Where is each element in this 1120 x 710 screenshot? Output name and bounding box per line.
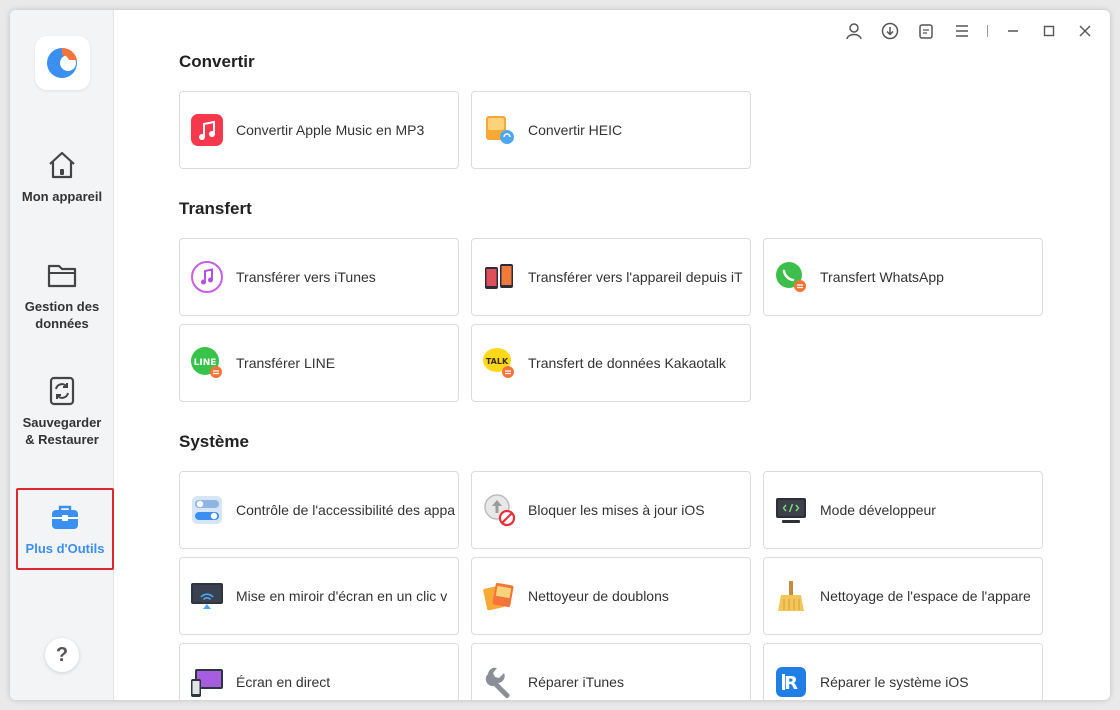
tool-card-repair-itunes[interactable]: Réparer iTunes bbox=[471, 643, 751, 700]
tool-card-label: Convertir Apple Music en MP3 bbox=[236, 122, 425, 138]
tool-card-developer-mode[interactable]: Mode développeur bbox=[763, 471, 1043, 549]
tool-card-label: Bloquer les mises à jour iOS bbox=[528, 502, 705, 518]
developer-icon bbox=[774, 493, 808, 527]
ios-repair-icon: R bbox=[774, 665, 808, 699]
svg-text:R: R bbox=[784, 673, 798, 694]
whatsapp-icon bbox=[774, 260, 808, 294]
sidebar-item-label: Mon appareil bbox=[21, 189, 103, 204]
sidebar-item-label: Plus d'Outils bbox=[25, 541, 105, 556]
sidebar: Mon appareil Gestion des données Sauvega… bbox=[10, 10, 114, 700]
backup-icon bbox=[49, 376, 75, 406]
section-title-systeme: Système bbox=[179, 432, 249, 451]
main-content: Convertir Convertir Apple Music en MP3 C… bbox=[115, 10, 1110, 700]
itunes-icon bbox=[190, 260, 224, 294]
tool-card-repair-ios[interactable]: R Réparer le système iOS bbox=[763, 643, 1043, 700]
tool-card-label: Transfert de données Kakaotalk bbox=[528, 355, 726, 371]
toggle-icon bbox=[190, 493, 224, 527]
tool-card-whatsapp[interactable]: Transfert WhatsApp bbox=[763, 238, 1043, 316]
section-title-transfert: Transfert bbox=[179, 199, 252, 218]
app-logo bbox=[35, 36, 90, 90]
tool-card-label: Réparer iTunes bbox=[528, 674, 624, 690]
toolbox-icon bbox=[52, 505, 78, 529]
sidebar-item-gestion-des-donnees[interactable]: Gestion des données bbox=[10, 258, 114, 332]
kakaotalk-icon: TALK bbox=[482, 346, 516, 380]
tool-card-label: Écran en direct bbox=[236, 674, 331, 690]
tool-card-line[interactable]: LINE Transférer LINE bbox=[179, 324, 459, 402]
apple-music-icon bbox=[190, 113, 224, 147]
tool-card-screen-mirror[interactable]: Mise en miroir d'écran en un clic v bbox=[179, 557, 459, 635]
sidebar-item-plus-doutils[interactable]: Plus d'Outils bbox=[16, 488, 114, 570]
sidebar-item-label: Gestion des données bbox=[24, 299, 100, 331]
svg-text:TALK: TALK bbox=[486, 357, 509, 366]
tool-card-space-cleaner[interactable]: Nettoyage de l'espace de l'appare bbox=[763, 557, 1043, 635]
tool-card-label: Transférer LINE bbox=[236, 355, 336, 371]
line-icon: LINE bbox=[190, 346, 224, 380]
block-update-icon bbox=[482, 493, 516, 527]
phone-transfer-icon bbox=[482, 260, 516, 294]
tool-card-transfer-device[interactable]: Transférer vers l'appareil depuis iT bbox=[471, 238, 751, 316]
tool-card-apple-music[interactable]: Convertir Apple Music en MP3 bbox=[179, 91, 459, 169]
help-button[interactable]: ? bbox=[45, 638, 79, 672]
tool-card-label: Transférer vers iTunes bbox=[236, 269, 376, 285]
tool-card-live-screen[interactable]: Écran en direct bbox=[179, 643, 459, 700]
duplicate-icon bbox=[482, 579, 516, 613]
home-icon bbox=[49, 151, 75, 179]
tool-card-transfer-itunes[interactable]: Transférer vers iTunes bbox=[179, 238, 459, 316]
tool-card-label: Nettoyeur de doublons bbox=[528, 588, 669, 604]
svg-text:LINE: LINE bbox=[194, 358, 217, 368]
logo-icon bbox=[47, 47, 77, 78]
heic-icon bbox=[482, 113, 516, 147]
live-screen-icon bbox=[190, 665, 224, 699]
tool-card-accessibility[interactable]: Contrôle de l'accessibilité des appa bbox=[179, 471, 459, 549]
sidebar-item-label: Sauvegarder & Restaurer bbox=[22, 415, 102, 447]
broom-icon bbox=[774, 579, 808, 613]
sidebar-item-sauvegarder-restaurer[interactable]: Sauvegarder & Restaurer bbox=[10, 374, 114, 448]
tool-card-label: Transférer vers l'appareil depuis iT bbox=[528, 269, 743, 285]
app-window: Mon appareil Gestion des données Sauvega… bbox=[10, 10, 1110, 700]
tool-card-label: Réparer le système iOS bbox=[820, 674, 969, 690]
tool-card-block-updates[interactable]: Bloquer les mises à jour iOS bbox=[471, 471, 751, 549]
tool-card-duplicates[interactable]: Nettoyeur de doublons bbox=[471, 557, 751, 635]
wrench-icon bbox=[482, 665, 516, 699]
sidebar-item-mon-appareil[interactable]: Mon appareil bbox=[10, 148, 114, 205]
tool-card-kakaotalk[interactable]: TALK Transfert de données Kakaotalk bbox=[471, 324, 751, 402]
tool-card-label: Transfert WhatsApp bbox=[820, 269, 944, 285]
tool-card-label: Contrôle de l'accessibilité des appa bbox=[236, 502, 456, 518]
tool-card-heic[interactable]: Convertir HEIC bbox=[471, 91, 751, 169]
tool-card-label: Convertir HEIC bbox=[528, 122, 623, 138]
section-title-convertir: Convertir bbox=[179, 52, 255, 71]
tool-card-label: Nettoyage de l'espace de l'appare bbox=[820, 588, 1031, 604]
tool-card-label: Mode développeur bbox=[820, 502, 936, 518]
help-icon: ? bbox=[55, 644, 69, 666]
folder-icon bbox=[47, 264, 77, 288]
tool-card-label: Mise en miroir d'écran en un clic v bbox=[236, 588, 448, 604]
screen-mirror-icon bbox=[190, 579, 224, 613]
